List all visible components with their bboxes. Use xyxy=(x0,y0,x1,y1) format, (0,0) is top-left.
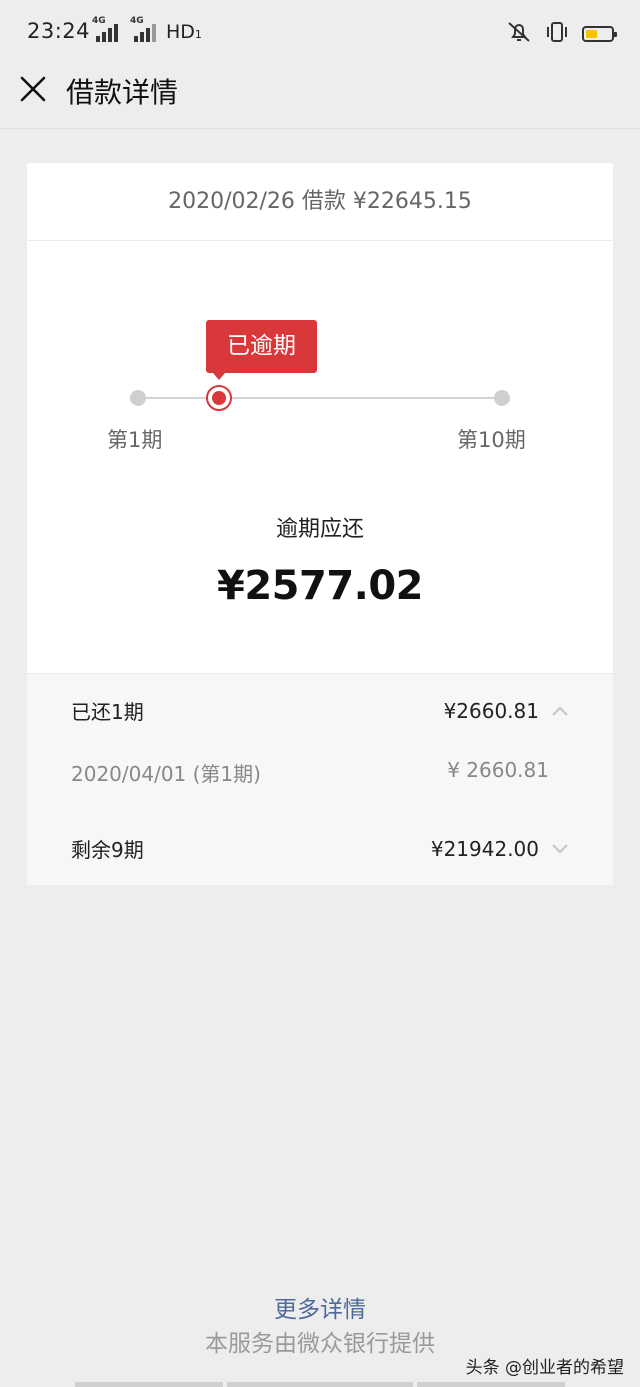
page-title: 借款详情 xyxy=(66,76,179,109)
overdue-badge: 已逾期 xyxy=(206,320,317,380)
repaid-amount: ¥2660.81 xyxy=(443,698,539,723)
status-right xyxy=(506,20,617,48)
loan-card: 2020/02/26 借款 ¥22645.15 已逾期 第1期 第10期 逾期应… xyxy=(27,163,613,885)
remaining-row[interactable]: 剩余9期 ¥21942.00 xyxy=(71,834,569,863)
bottom-bar-segment xyxy=(75,1382,223,1387)
signal-1: 4G xyxy=(88,16,118,42)
loan-summary: 2020/02/26 借款 ¥22645.15 xyxy=(27,163,613,241)
remaining-label: 剩余9期 xyxy=(71,838,144,862)
more-details-link[interactable]: 更多详情 xyxy=(0,1290,640,1324)
signal-bars-icon xyxy=(96,24,118,42)
chevron-down-icon xyxy=(552,843,568,853)
status-bar: 23:24 4G 4G HD1 xyxy=(0,0,640,64)
repayment-detail: 已还1期 ¥2660.81 2020/04/01 (第1期) ¥ 2660.81… xyxy=(27,673,613,885)
close-button[interactable] xyxy=(18,74,48,104)
bottom-bar-segment xyxy=(417,1382,565,1387)
network-indicators: 4G 4G HD1 xyxy=(88,16,202,43)
battery-icon xyxy=(582,26,617,42)
hd-indicator: HD1 xyxy=(166,21,202,43)
timeline-end-dot xyxy=(494,390,510,406)
repaid-value: ¥2660.81 xyxy=(444,699,569,723)
title-bar: 借款详情 xyxy=(0,64,640,129)
repaid-item: 2020/04/01 (第1期) ¥ 2660.81 xyxy=(71,758,549,787)
overdue-due-amount: ¥2577.02 xyxy=(216,563,424,609)
repaid-item-amount: ¥ 2660.81 xyxy=(447,758,549,782)
status-time: 23:24 xyxy=(27,19,91,43)
timeline-start-dot xyxy=(130,390,146,406)
timeline-start-label: 第1期 xyxy=(107,428,163,452)
signal-bars-icon xyxy=(134,24,156,42)
mute-icon xyxy=(506,20,532,48)
repaid-label: 已还1期 xyxy=(71,700,144,724)
timeline-current-dot xyxy=(206,385,232,411)
timeline-track xyxy=(138,397,502,399)
signal-2: 4G xyxy=(126,16,156,42)
chevron-up-icon xyxy=(552,706,568,716)
network-type-1: 4G xyxy=(92,16,106,26)
bottom-bar-segment xyxy=(227,1382,413,1387)
battery-level xyxy=(586,30,597,38)
timeline-end-label: 第10期 xyxy=(457,428,526,452)
overdue-due-label: 逾期应还 xyxy=(275,517,364,542)
vibrate-icon xyxy=(544,20,570,48)
network-type-2: 4G xyxy=(130,16,144,26)
remaining-amount: ¥21942.00 xyxy=(430,836,539,861)
repayment-timeline: 已逾期 第1期 第10期 xyxy=(27,320,613,460)
close-icon xyxy=(20,76,46,102)
remaining-value: ¥21942.00 xyxy=(431,837,569,861)
watermark: 头条 @创业者的希望 xyxy=(465,1358,624,1378)
repaid-item-date: 2020/04/01 (第1期) xyxy=(71,762,261,786)
repaid-row[interactable]: 已还1期 ¥2660.81 xyxy=(71,696,569,725)
